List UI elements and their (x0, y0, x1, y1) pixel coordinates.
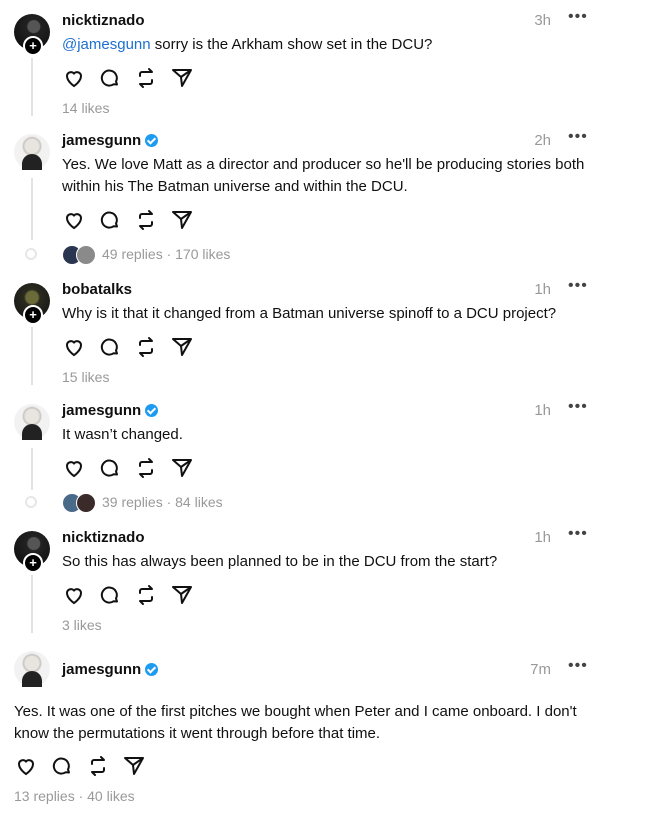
avatar[interactable] (14, 404, 50, 440)
username[interactable]: jamesgunn (62, 132, 159, 149)
actions (14, 754, 146, 778)
post-text: @jamesgunn sorry is the Arkham show set … (62, 34, 622, 56)
repost-icon[interactable] (134, 456, 158, 480)
thread-line (31, 448, 33, 490)
more-options-icon[interactable]: ••• (568, 525, 588, 543)
username[interactable]: jamesgunn (62, 402, 159, 419)
share-icon[interactable] (170, 66, 194, 90)
reply-avatar (76, 245, 96, 265)
more-options-icon[interactable]: ••• (568, 277, 588, 295)
thread-end-dot (25, 496, 37, 508)
more-options-icon[interactable]: ••• (568, 657, 588, 675)
more-options-icon[interactable]: ••• (568, 398, 588, 416)
heart-icon[interactable] (62, 583, 86, 607)
timestamp: 1h (534, 402, 551, 419)
likes-count[interactable]: 15 likes (62, 369, 109, 385)
share-icon[interactable] (170, 583, 194, 607)
thread-line (31, 327, 33, 385)
share-icon[interactable] (170, 456, 194, 480)
repost-icon[interactable] (134, 583, 158, 607)
comment-icon[interactable] (50, 754, 74, 778)
timestamp: 2h (534, 132, 551, 149)
likes-count[interactable]: 14 likes (62, 100, 109, 116)
heart-icon[interactable] (62, 66, 86, 90)
username-text: jamesgunn (62, 132, 142, 149)
avatar[interactable] (14, 651, 50, 687)
comment-icon[interactable] (98, 583, 122, 607)
username[interactable]: jamesgunn (62, 661, 159, 678)
heart-icon[interactable] (62, 456, 86, 480)
comment-icon[interactable] (98, 208, 122, 232)
avatar[interactable] (14, 134, 50, 170)
username-text: jamesgunn (62, 402, 142, 419)
post-text: Why is it that it changed from a Batman … (62, 305, 557, 322)
thread-line (31, 178, 33, 240)
actions (62, 208, 194, 232)
timestamp: 1h (534, 281, 551, 298)
follow-plus-icon[interactable]: + (23, 36, 43, 56)
thread-end-dot (25, 248, 37, 260)
reply-avatars[interactable] (62, 493, 96, 513)
follow-plus-icon[interactable]: + (23, 553, 43, 573)
actions (62, 66, 194, 90)
comment-icon[interactable] (98, 66, 122, 90)
heart-icon[interactable] (14, 754, 38, 778)
verified-icon (145, 404, 159, 417)
repost-icon[interactable] (134, 66, 158, 90)
timestamp: 1h (534, 529, 551, 546)
follow-plus-icon[interactable]: + (23, 305, 43, 325)
thread-line (31, 575, 33, 633)
mention-link[interactable]: @jamesgunn (62, 36, 151, 53)
actions (62, 456, 194, 480)
reply-avatars[interactable] (62, 245, 96, 265)
comment-icon[interactable] (98, 456, 122, 480)
post-text: Yes. We love Matt as a director and prod… (62, 156, 585, 195)
verified-icon (145, 134, 159, 147)
heart-icon[interactable] (62, 208, 86, 232)
username[interactable]: bobatalks (62, 281, 132, 298)
timestamp: 7m (530, 661, 551, 678)
post-text: Yes. It was one of the first pitches we … (14, 703, 577, 742)
comment-icon[interactable] (98, 335, 122, 359)
thread-line (31, 58, 33, 116)
actions (62, 583, 194, 607)
share-icon[interactable] (170, 335, 194, 359)
post-text: So this has always been planned to be in… (62, 553, 498, 570)
more-options-icon[interactable]: ••• (568, 128, 588, 146)
replies-likes-count[interactable]: 39 replies · 84 likes (102, 494, 223, 510)
likes-count[interactable]: 3 likes (62, 617, 102, 633)
share-icon[interactable] (170, 208, 194, 232)
heart-icon[interactable] (62, 335, 86, 359)
post-text: It wasn’t changed. (62, 426, 183, 443)
replies-likes-count[interactable]: 49 replies · 170 likes (102, 246, 230, 262)
share-icon[interactable] (122, 754, 146, 778)
timestamp: 3h (534, 12, 551, 29)
post-text-body: sorry is the Arkham show set in the DCU? (150, 36, 433, 53)
repost-icon[interactable] (134, 208, 158, 232)
reply-avatar (76, 493, 96, 513)
repost-icon[interactable] (134, 335, 158, 359)
replies-likes-count[interactable]: 13 replies · 40 likes (14, 788, 135, 804)
repost-icon[interactable] (86, 754, 110, 778)
actions (62, 335, 194, 359)
username-text: jamesgunn (62, 661, 142, 678)
username[interactable]: nicktiznado (62, 12, 145, 29)
username[interactable]: nicktiznado (62, 529, 145, 546)
verified-icon (145, 663, 159, 676)
more-options-icon[interactable]: ••• (568, 8, 588, 26)
